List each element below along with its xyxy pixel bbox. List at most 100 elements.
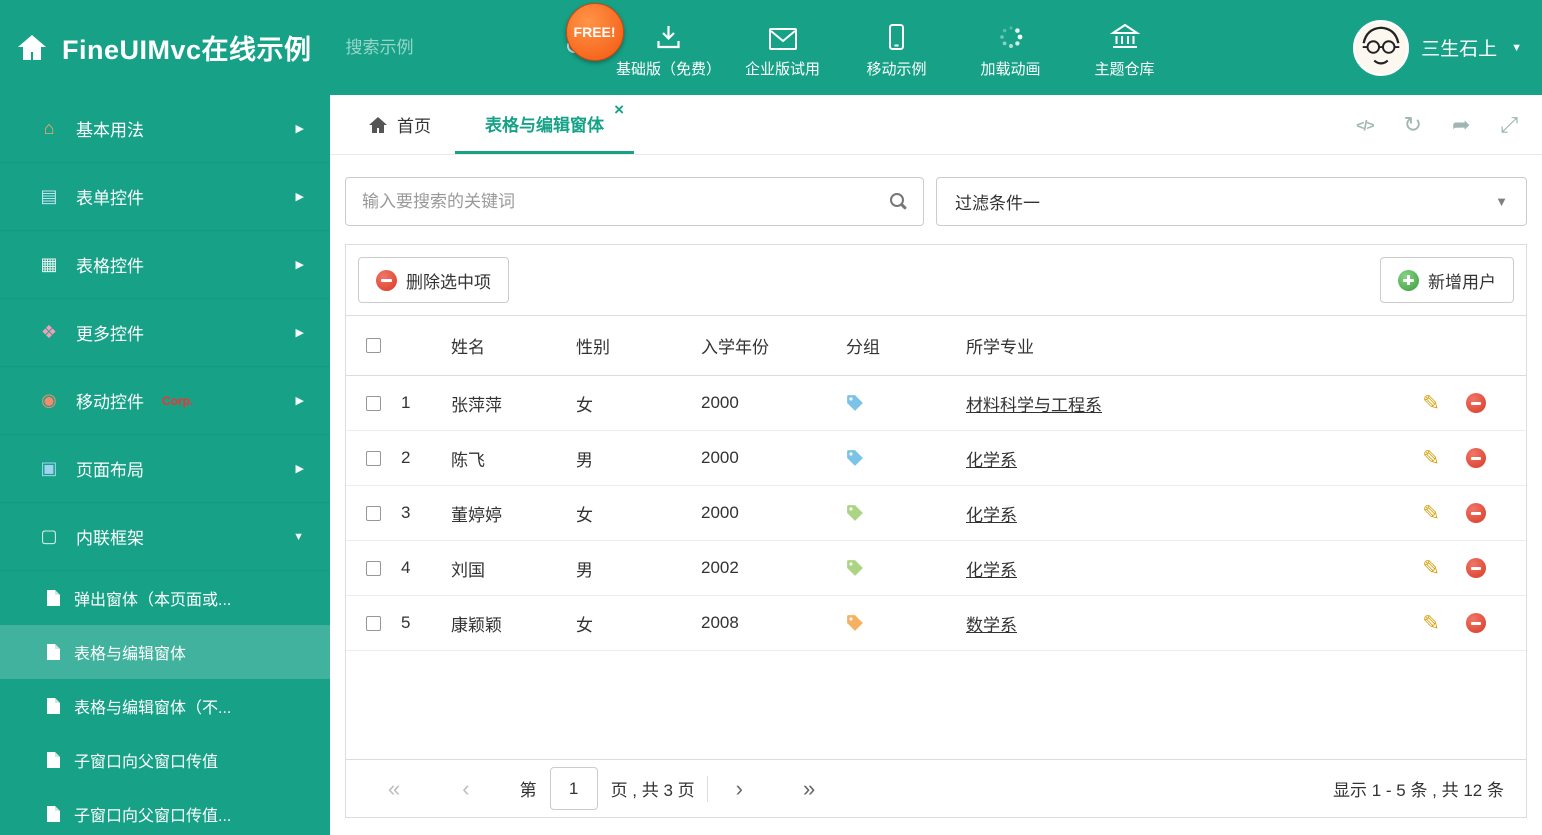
minus-icon xyxy=(376,269,397,291)
submenu-item-label: 表格与编辑窗体（不... xyxy=(74,700,232,717)
header-search xyxy=(345,37,581,58)
nav-label: 移动示例 xyxy=(866,60,927,78)
share-icon[interactable]: ➦ xyxy=(1452,113,1470,136)
nav-item-theme-store[interactable]: 主题仓库 xyxy=(1068,17,1182,79)
table-row[interactable]: 1 张萍萍 女 2000 材料科学与工程系 ✎ xyxy=(346,376,1526,431)
submenu-item-label: 子窗口向父窗口传值... xyxy=(74,808,232,825)
delete-icon[interactable] xyxy=(1466,613,1486,633)
edit-icon[interactable]: ✎ xyxy=(1422,448,1440,469)
cell-year: 2000 xyxy=(701,393,739,412)
search-icon[interactable] xyxy=(890,193,907,210)
frame-icon: ▢ xyxy=(40,526,58,546)
edit-icon[interactable]: ✎ xyxy=(1422,613,1440,634)
bank-icon xyxy=(1109,21,1140,51)
page-icon xyxy=(46,805,61,823)
nav-item-loading-animation[interactable]: 加载动画 xyxy=(954,17,1068,79)
last-page-icon[interactable]: » xyxy=(803,777,815,800)
close-icon[interactable]: × xyxy=(614,101,624,118)
cell-year: 2000 xyxy=(701,503,739,522)
first-page-icon[interactable]: « xyxy=(388,777,400,800)
major-link[interactable]: 化学系 xyxy=(966,451,1017,470)
tab-home[interactable]: 首页 xyxy=(344,95,455,154)
page-label-before: 第 xyxy=(519,781,537,800)
delete-icon[interactable] xyxy=(1466,393,1486,413)
keyword-search-input[interactable] xyxy=(362,191,890,212)
page-icon xyxy=(46,697,61,715)
nav-label: 主题仓库 xyxy=(1094,60,1155,78)
delete-icon[interactable] xyxy=(1466,558,1486,578)
select-all-checkbox[interactable] xyxy=(366,338,381,353)
cell-name: 张萍萍 xyxy=(451,395,502,415)
major-link[interactable]: 化学系 xyxy=(966,506,1017,525)
delete-icon[interactable] xyxy=(1466,503,1486,523)
nav-item-basic-free[interactable]: FREE! 基础版（免费） xyxy=(565,2,726,79)
submenu-item-grid-edit-window-2[interactable]: 表格与编辑窗体（不... xyxy=(0,679,330,733)
major-link[interactable]: 数学系 xyxy=(966,616,1017,635)
free-badge: FREE! xyxy=(565,2,624,61)
top-header: FineUIMvc在线示例 FREE! 基础版（免费） 企业版试用 xyxy=(0,0,1542,95)
row-checkbox[interactable] xyxy=(366,395,381,411)
table-row[interactable]: 2 陈飞 男 2000 化学系 ✎ xyxy=(346,431,1526,486)
sidebar-item-inline-frame[interactable]: ▢ 内联框架 ▼ xyxy=(0,503,330,571)
submenu-item-popup-window[interactable]: 弹出窗体（本页面或... xyxy=(0,571,330,625)
sidebar-item-mobile-controls[interactable]: ◉ 移动控件 Corp. ▶ xyxy=(0,367,330,435)
sidebar-item-form-controls[interactable]: ▤ 表单控件 ▶ xyxy=(0,163,330,231)
sidebar-item-label: 表格控件 xyxy=(76,257,144,276)
header-search-input[interactable] xyxy=(345,37,567,58)
chevron-right-icon: ▶ xyxy=(295,123,304,135)
widgets-icon: ❖ xyxy=(40,322,58,342)
filter-dropdown-value: 过滤条件一 xyxy=(955,194,1040,213)
sidebar-item-label: 更多控件 xyxy=(76,325,144,344)
submenu-item-grid-edit-window[interactable]: 表格与编辑窗体 xyxy=(0,625,330,679)
delete-selected-button[interactable]: 删除选中项 xyxy=(358,257,509,303)
user-menu[interactable]: 三生石上 ▼ xyxy=(1353,19,1522,76)
row-checkbox[interactable] xyxy=(366,450,381,466)
row-checkbox[interactable] xyxy=(366,615,381,631)
table-row[interactable]: 4 刘国 男 2002 化学系 ✎ xyxy=(346,541,1526,596)
nav-item-mobile-demo[interactable]: 移动示例 xyxy=(840,17,954,79)
header-cell-major: 所学专业 xyxy=(966,338,1034,357)
refresh-icon[interactable]: ↻ xyxy=(1404,113,1422,136)
chevron-right-icon: ▶ xyxy=(295,327,304,339)
tag-icon xyxy=(847,395,863,411)
prev-page-icon[interactable]: ‹ xyxy=(462,777,469,800)
table-row[interactable]: 3 董婷婷 女 2000 化学系 ✎ xyxy=(346,486,1526,541)
sidebar-item-grid-controls[interactable]: ▦ 表格控件 ▶ xyxy=(0,231,330,299)
sidebar-item-basic-usage[interactable]: ⌂ 基本用法 ▶ xyxy=(0,95,330,163)
row-checkbox[interactable] xyxy=(366,505,381,521)
major-link[interactable]: 材料科学与工程系 xyxy=(966,396,1102,415)
filter-dropdown[interactable]: 过滤条件一 ▼ xyxy=(936,177,1527,226)
edit-icon[interactable]: ✎ xyxy=(1422,558,1440,579)
tab-grid-edit-window[interactable]: 表格与编辑窗体 × xyxy=(455,95,634,154)
chevron-right-icon: ▶ xyxy=(295,259,304,271)
table-icon: ▦ xyxy=(40,254,58,274)
cell-index: 4 xyxy=(401,558,411,577)
sidebar-item-label: 移动控件 xyxy=(76,393,144,412)
app-root: FineUIMvc在线示例 FREE! 基础版（免费） 企业版试用 xyxy=(0,0,1542,835)
add-user-button[interactable]: 新增用户 xyxy=(1380,257,1514,303)
main-content: 首页 表格与编辑窗体 × </> ↻ ➦ ⤢ 输入要搜索的关键词 过滤条件一 ▼… xyxy=(330,95,1542,835)
sidebar-item-page-layout[interactable]: ▣ 页面布局 ▶ xyxy=(0,435,330,503)
keyword-search xyxy=(345,177,924,226)
edit-icon[interactable]: ✎ xyxy=(1422,393,1440,414)
row-checkbox[interactable] xyxy=(366,560,381,576)
edit-icon[interactable]: ✎ xyxy=(1422,503,1440,524)
table-row[interactable]: 5 康颖颖 女 2008 数学系 ✎ xyxy=(346,596,1526,651)
page-number-input[interactable] xyxy=(549,767,598,810)
submenu-item-child-to-parent[interactable]: 子窗口向父窗口传值 xyxy=(0,733,330,787)
submenu-item-child-to-parent-2[interactable]: 子窗口向父窗口传值... xyxy=(0,787,330,835)
next-page-icon[interactable]: › xyxy=(736,777,743,800)
source-code-icon[interactable]: </> xyxy=(1356,118,1374,132)
major-link[interactable]: 化学系 xyxy=(966,561,1017,580)
fullscreen-icon[interactable]: ⤢ xyxy=(1500,113,1518,136)
delete-icon[interactable] xyxy=(1466,448,1486,468)
sidebar-item-more-controls[interactable]: ❖ 更多控件 ▶ xyxy=(0,299,330,367)
cell-index: 2 xyxy=(401,448,411,467)
cell-index: 3 xyxy=(401,503,411,522)
nav-item-enterprise-trial[interactable]: 企业版试用 xyxy=(726,17,840,79)
chevron-right-icon: ▶ xyxy=(295,191,304,203)
page-icon xyxy=(46,643,61,661)
signal-icon: ◉ xyxy=(41,390,57,410)
brand[interactable]: FineUIMvc在线示例 xyxy=(0,28,312,67)
nav-label: 基础版（免费） xyxy=(616,60,722,78)
